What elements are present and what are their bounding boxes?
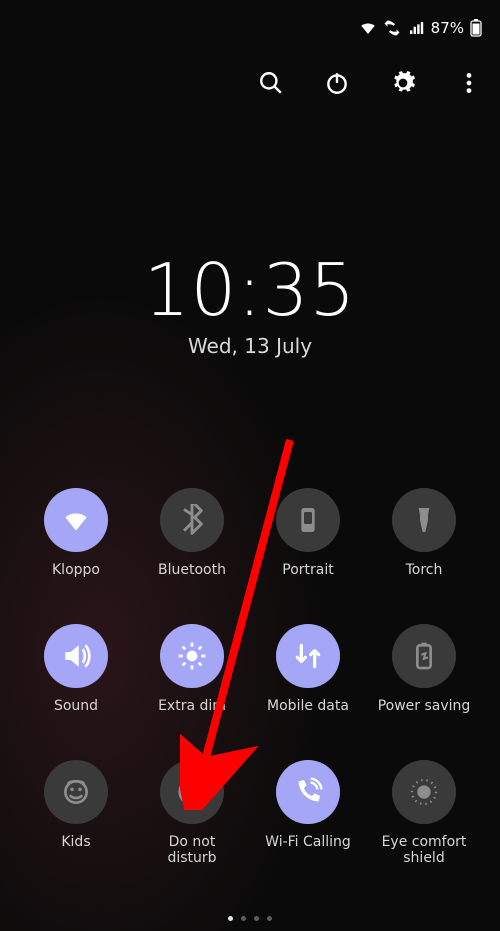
volte-status-icon	[383, 19, 401, 37]
page-dot	[254, 916, 259, 921]
tile-label: Extra dim	[158, 698, 226, 732]
page-dot	[267, 916, 272, 921]
tile-extra-dim[interactable]: Extra dim	[134, 624, 250, 732]
clock-date: Wed, 13 July	[0, 334, 500, 358]
tile-label: Eye comfort shield	[374, 834, 474, 868]
tile-label: Kids	[61, 834, 90, 868]
page-dot	[228, 916, 233, 921]
tile-torch[interactable]: Torch	[366, 488, 482, 596]
clock-time: 10:35	[0, 248, 500, 332]
more-button[interactable]	[456, 70, 482, 96]
quick-settings-grid: Kloppo Bluetooth Portrait Torch Sound Extra d…	[0, 488, 500, 868]
tile-label: Torch	[406, 562, 443, 596]
portrait-icon	[276, 488, 340, 552]
tile-portrait[interactable]: Portrait	[250, 488, 366, 596]
dnd-icon	[160, 760, 224, 824]
tile-label: Mobile data	[267, 698, 349, 732]
tile-label: Wi-Fi Calling	[265, 834, 351, 868]
clock: 10:35 Wed, 13 July	[0, 248, 500, 358]
battery-icon	[392, 624, 456, 688]
kids-icon	[44, 760, 108, 824]
tile-wifi[interactable]: Kloppo	[18, 488, 134, 596]
tile-sound[interactable]: Sound	[18, 624, 134, 732]
torch-icon	[392, 488, 456, 552]
tile-label: Sound	[54, 698, 98, 732]
panel-actions	[258, 70, 482, 96]
battery-status-icon	[470, 19, 482, 37]
data-icon	[276, 624, 340, 688]
tile-label: Portrait	[282, 562, 333, 596]
wificall-icon	[276, 760, 340, 824]
tile-label: Bluetooth	[158, 562, 226, 596]
wifi-status-icon	[359, 19, 377, 37]
page-dot	[241, 916, 246, 921]
tile-mobile-data[interactable]: Mobile data	[250, 624, 366, 732]
page-indicator[interactable]	[0, 916, 500, 921]
settings-button[interactable]	[390, 70, 416, 96]
tile-kids[interactable]: Kids	[18, 760, 134, 868]
extradim-icon	[160, 624, 224, 688]
tile-power-saving[interactable]: Power saving	[366, 624, 482, 732]
tile-eye-comfort[interactable]: Eye comfort shield	[366, 760, 482, 868]
battery-percent: 87%	[431, 19, 464, 37]
eye-icon	[392, 760, 456, 824]
signal-status-icon	[407, 19, 425, 37]
tile-label: Do not disturb	[142, 834, 242, 868]
status-bar: 87%	[0, 0, 500, 56]
tile-bluetooth[interactable]: Bluetooth	[134, 488, 250, 596]
tile-wifi-calling[interactable]: Wi-Fi Calling	[250, 760, 366, 868]
tile-label: Kloppo	[52, 562, 100, 596]
bluetooth-icon	[160, 488, 224, 552]
search-button[interactable]	[258, 70, 284, 96]
sound-icon	[44, 624, 108, 688]
wifi-icon	[44, 488, 108, 552]
tile-label: Power saving	[378, 698, 471, 732]
power-button[interactable]	[324, 70, 350, 96]
tile-dnd[interactable]: Do not disturb	[134, 760, 250, 868]
